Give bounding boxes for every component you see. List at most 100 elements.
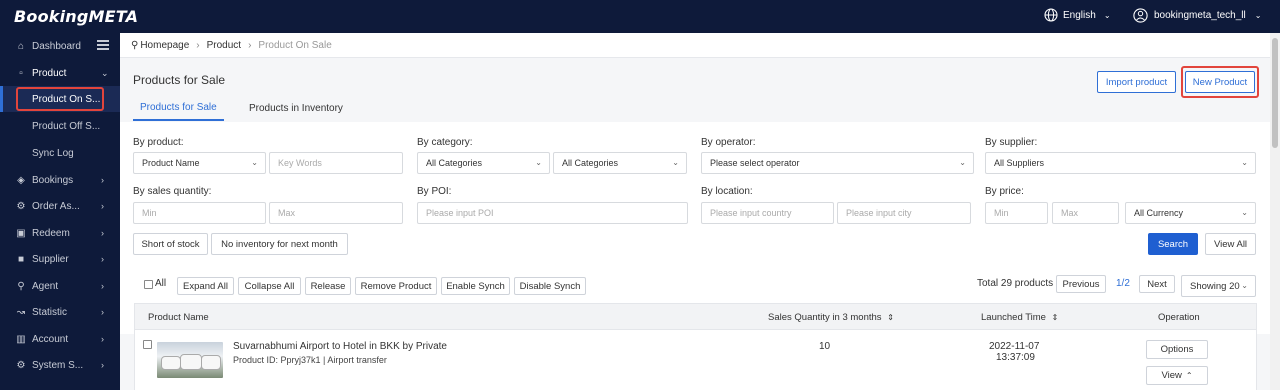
price-min-input[interactable]: Min bbox=[985, 202, 1048, 224]
chevron-right-icon: › bbox=[101, 334, 104, 344]
col-launched-time[interactable]: Launched Time ⇕ bbox=[981, 312, 1058, 323]
chevron-right-icon: › bbox=[101, 201, 104, 211]
by-operator-label: By operator: bbox=[701, 137, 756, 148]
highlight-box bbox=[16, 87, 104, 111]
redeem-icon: ▣ bbox=[16, 227, 26, 239]
sidebar-item-label: Sync Log bbox=[32, 147, 74, 159]
col-product-name: Product Name bbox=[148, 312, 209, 323]
breadcrumb-home[interactable]: Homepage bbox=[140, 40, 189, 51]
sidebar-item-label: Supplier bbox=[32, 253, 69, 265]
chevron-down-icon: ⌄ bbox=[672, 158, 679, 167]
city-input[interactable]: Please input city bbox=[837, 202, 971, 224]
sidebar-item-statistic[interactable]: ↝ Statistic › bbox=[0, 299, 120, 325]
sidebar-item-label: Bookings bbox=[32, 174, 74, 186]
price-max-input[interactable]: Max bbox=[1052, 202, 1119, 224]
sidebar-item-product[interactable]: ▫ Product ⌄ bbox=[0, 60, 120, 86]
launched-date: 2022-11-07 bbox=[989, 341, 1040, 352]
previous-page-button[interactable]: Previous bbox=[1056, 275, 1106, 293]
enable-synch-button[interactable]: Enable Synch bbox=[441, 277, 510, 295]
sidebar-item-label: Order As... bbox=[32, 200, 80, 212]
select-all-label: All bbox=[155, 278, 167, 289]
home-icon: ⌂ bbox=[17, 40, 25, 52]
country-input[interactable]: Please input country bbox=[701, 202, 834, 224]
sidebar-subitem-product-off-sale[interactable]: Product Off S... bbox=[0, 113, 120, 139]
breadcrumb-product[interactable]: Product bbox=[207, 40, 241, 51]
category-select-1[interactable]: All Categories ⌄ bbox=[417, 152, 550, 174]
select-value: All Suppliers bbox=[994, 158, 1045, 168]
release-button[interactable]: Release bbox=[305, 277, 351, 295]
import-product-button[interactable]: Import product bbox=[1097, 71, 1176, 93]
disable-synch-button[interactable]: Disable Synch bbox=[514, 277, 586, 295]
page-title: Products for Sale bbox=[133, 73, 226, 87]
sidebar-item-bookings[interactable]: ◈ Bookings › bbox=[0, 167, 120, 193]
category-select-2[interactable]: All Categories ⌄ bbox=[553, 152, 687, 174]
box-icon: ▫ bbox=[19, 67, 23, 79]
by-price-label: By price: bbox=[985, 186, 1024, 197]
expand-all-button[interactable]: Expand All bbox=[177, 277, 234, 295]
chevron-right-icon: › bbox=[101, 175, 104, 185]
language-label: English bbox=[1063, 9, 1096, 21]
options-button[interactable]: Options bbox=[1146, 340, 1208, 359]
tab-products-in-inventory[interactable]: Products in Inventory bbox=[249, 95, 343, 121]
remove-product-button[interactable]: Remove Product bbox=[355, 277, 437, 295]
operator-select[interactable]: Please select operator ⌄ bbox=[701, 152, 974, 174]
by-poi-label: By POI: bbox=[417, 186, 452, 197]
no-inventory-button[interactable]: No inventory for next month bbox=[211, 233, 348, 255]
sales-max-input[interactable]: Max bbox=[269, 202, 403, 224]
sidebar-item-system-settings[interactable]: ⚙ System S... › bbox=[0, 352, 120, 378]
sidebar-item-redeem[interactable]: ▣ Redeem › bbox=[0, 220, 120, 246]
poi-input[interactable]: Please input POI bbox=[417, 202, 688, 224]
chevron-down-icon: ⌄ bbox=[959, 158, 966, 167]
user-menu[interactable]: bookingmeta_tech_ll ⌄ bbox=[1133, 8, 1261, 23]
language-selector[interactable]: English ⌄ bbox=[1044, 8, 1111, 22]
sidebar-item-agent[interactable]: ⚲ Agent › bbox=[0, 273, 120, 299]
location-pin-icon: ⚲ bbox=[131, 39, 139, 51]
collapse-all-button[interactable]: Collapse All bbox=[238, 277, 301, 295]
supplier-select[interactable]: All Suppliers ⌄ bbox=[985, 152, 1256, 174]
agent-icon: ⚲ bbox=[17, 280, 25, 292]
keywords-input[interactable]: Key Words bbox=[269, 152, 403, 174]
select-value: Product Name bbox=[142, 158, 200, 168]
total-count: Total 29 products bbox=[977, 278, 1054, 289]
sort-icon: ⇕ bbox=[1051, 313, 1059, 322]
currency-select[interactable]: All Currency ⌄ bbox=[1125, 202, 1256, 224]
sidebar-item-label: Agent bbox=[32, 280, 59, 292]
view-all-button[interactable]: View All bbox=[1205, 233, 1256, 255]
system-icon: ⚙ bbox=[16, 359, 26, 371]
product-field-select[interactable]: Product Name ⌄ bbox=[133, 152, 266, 174]
product-name[interactable]: Suvarnabhumi Airport to Hotel in BKK by … bbox=[233, 341, 447, 352]
product-thumbnail[interactable] bbox=[157, 342, 223, 378]
sidebar-item-supplier[interactable]: ■ Supplier › bbox=[0, 246, 120, 272]
row-checkbox[interactable] bbox=[143, 340, 152, 349]
sidebar-item-label: Statistic bbox=[32, 306, 68, 318]
select-all-checkbox[interactable] bbox=[144, 280, 153, 289]
menu-toggle-icon[interactable] bbox=[97, 40, 109, 52]
search-button[interactable]: Search bbox=[1148, 233, 1198, 255]
short-of-stock-button[interactable]: Short of stock bbox=[133, 233, 208, 255]
page-size-select[interactable]: Showing 20 ⌄ bbox=[1181, 275, 1256, 297]
select-value: Please select operator bbox=[710, 158, 800, 168]
view-button[interactable]: View ⌃ bbox=[1146, 366, 1208, 385]
sidebar: ⌂ Dashboard ▫ Product ⌄ Product On S... … bbox=[0, 33, 120, 390]
sidebar-item-label: Product bbox=[32, 67, 67, 79]
app-logo[interactable]: BookingMETA bbox=[14, 7, 138, 26]
sidebar-subitem-sync-log[interactable]: Sync Log bbox=[0, 140, 120, 166]
chevron-right-icon: › bbox=[101, 228, 104, 238]
sidebar-item-label: Product Off S... bbox=[32, 120, 101, 132]
next-page-button[interactable]: Next bbox=[1139, 275, 1175, 293]
col-sales-quantity[interactable]: Sales Quantity in 3 months ⇕ bbox=[768, 312, 894, 323]
chevron-down-icon: ⌄ bbox=[101, 67, 109, 78]
username: bookingmeta_tech_ll bbox=[1154, 10, 1246, 21]
user-icon bbox=[1133, 8, 1148, 23]
breadcrumb: ⚲ Homepage › Product › Product On Sale bbox=[120, 33, 1270, 58]
sales-min-input[interactable]: Min bbox=[133, 202, 266, 224]
page-scrollbar[interactable] bbox=[1270, 33, 1280, 390]
tab-products-for-sale[interactable]: Products for Sale bbox=[133, 95, 224, 121]
breadcrumb-separator: › bbox=[248, 39, 252, 51]
select-value: All Categories bbox=[426, 158, 483, 168]
select-value: Showing 20 bbox=[1190, 280, 1240, 292]
sidebar-item-account[interactable]: ▥ Account › bbox=[0, 326, 120, 352]
sidebar-item-order-assignment[interactable]: ⚙ Order As... › bbox=[0, 193, 120, 219]
by-location-label: By location: bbox=[701, 186, 753, 197]
chevron-down-icon: ⌄ bbox=[1241, 281, 1248, 290]
